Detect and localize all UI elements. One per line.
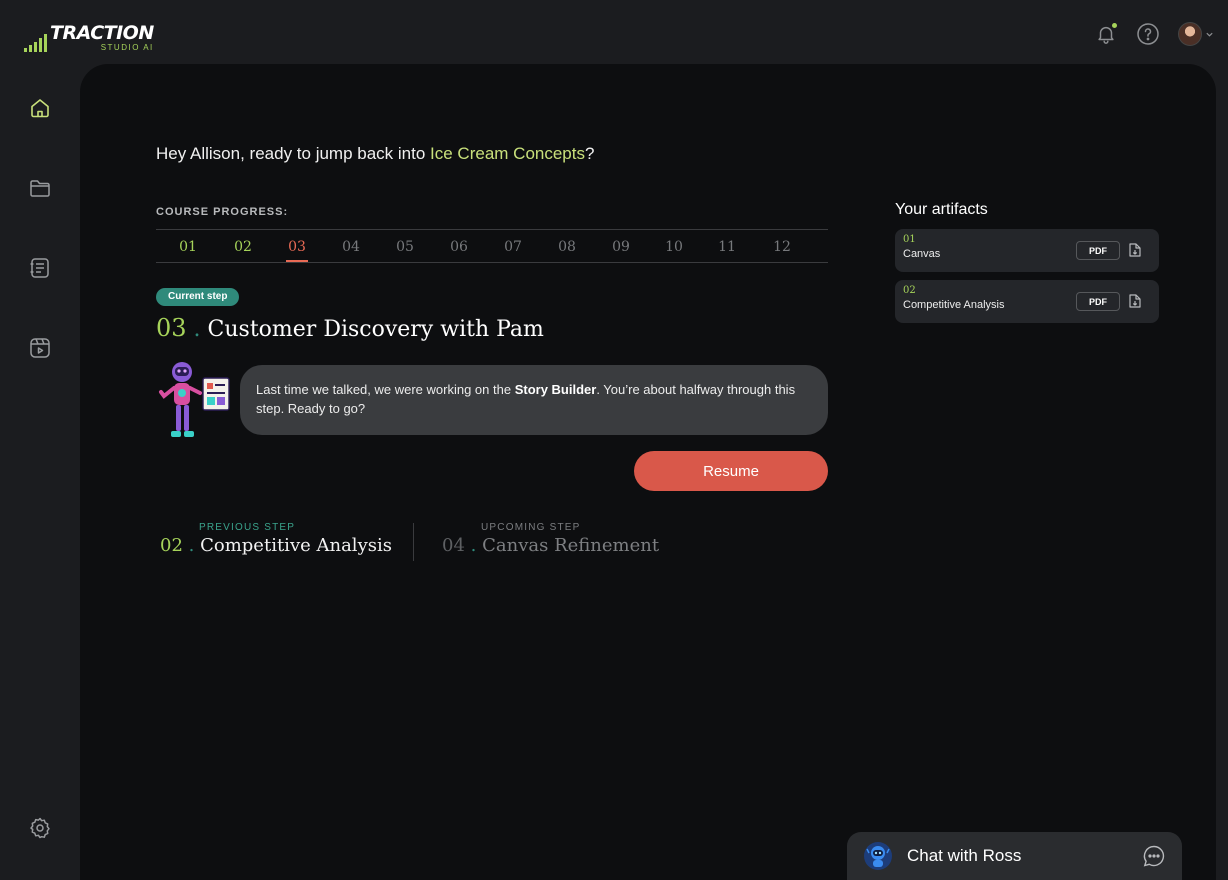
- step-name: Customer Discovery with Pam: [207, 317, 544, 342]
- previous-step-title: Competitive Analysis: [200, 535, 392, 556]
- previous-step-link[interactable]: PREVIOUS STEP 02 . Competitive Analysis: [160, 522, 392, 556]
- progress-step-09[interactable]: 09: [590, 230, 652, 262]
- upcoming-step-link[interactable]: UPCOMING STEP 04 . Canvas Refinement: [442, 522, 659, 556]
- message-text-start: Last time we talked, we were working on …: [256, 382, 515, 397]
- account-menu[interactable]: [1178, 22, 1214, 46]
- progress-step-01[interactable]: 01: [156, 230, 220, 262]
- artifact-number: 01: [903, 234, 916, 245]
- previous-step-label: PREVIOUS STEP: [199, 522, 296, 533]
- progress-step-03[interactable]: 03: [266, 230, 328, 262]
- progress-step-05[interactable]: 05: [374, 230, 436, 262]
- top-bar: TRACTION STUDIO AI: [0, 0, 1228, 66]
- progress-step-06[interactable]: 06: [436, 230, 482, 262]
- pdf-button[interactable]: PDF: [1076, 241, 1120, 260]
- progress-step-07[interactable]: 07: [482, 230, 544, 262]
- logo-subtitle: STUDIO AI: [100, 43, 154, 52]
- progress-step-11[interactable]: 11: [696, 230, 758, 262]
- progress-step-10[interactable]: 10: [652, 230, 696, 262]
- notification-dot: [1112, 23, 1117, 28]
- logo-wordmark: TRACTION: [50, 22, 154, 44]
- artifacts-heading: Your artifacts: [895, 201, 988, 218]
- settings-icon[interactable]: [28, 816, 52, 840]
- artifact-number: 02: [903, 285, 916, 296]
- progress-step-04[interactable]: 04: [328, 230, 374, 262]
- progress-step-08[interactable]: 08: [544, 230, 590, 262]
- logo-bars-icon: [24, 32, 47, 52]
- artifact-item-canvas[interactable]: 01 Canvas PDF: [895, 229, 1159, 272]
- step-number: 03: [156, 314, 187, 342]
- help-icon[interactable]: [1136, 22, 1160, 46]
- upcoming-step-number: 04: [442, 535, 465, 556]
- notebook-icon[interactable]: [28, 256, 52, 280]
- avatar[interactable]: [1178, 22, 1202, 46]
- step-divider: [413, 523, 414, 561]
- story-builder-highlight: Story Builder: [514, 382, 597, 397]
- chat-bubble-icon[interactable]: [1142, 844, 1166, 868]
- upcoming-step-label: UPCOMING STEP: [481, 522, 581, 533]
- upcoming-step-dot: .: [470, 535, 477, 556]
- greeting-text: Hey Allison, ready to jump back into: [156, 144, 431, 163]
- video-icon[interactable]: [28, 336, 52, 360]
- chat-with-ross-widget[interactable]: Chat with Ross: [847, 832, 1182, 880]
- project-link[interactable]: Ice Cream Concepts: [430, 144, 585, 163]
- home-icon[interactable]: [28, 96, 52, 120]
- pdf-button[interactable]: PDF: [1076, 292, 1120, 311]
- previous-step-dot: .: [188, 535, 195, 556]
- step-dot: .: [193, 317, 201, 342]
- previous-step-number: 02: [160, 535, 183, 556]
- ross-robot-avatar: [864, 842, 892, 870]
- course-progress-label: COURSE PROGRESS:: [156, 206, 289, 218]
- progress-step-12[interactable]: 12: [758, 230, 806, 262]
- current-step-title: 03 . Customer Discovery with Pam: [156, 314, 544, 342]
- assistant-message-bubble: Last time we talked, we were working on …: [240, 365, 828, 435]
- sidebar: [0, 66, 80, 880]
- greeting-punctuation: ?: [584, 144, 595, 163]
- course-progress-track: 01 02 03 04 05 06 07 08 09 10 11 12: [156, 229, 828, 263]
- artifact-name: Canvas: [903, 248, 941, 260]
- main-panel: Hey Allison, ready to jump back into Ice…: [80, 64, 1216, 880]
- current-step-badge: Current step: [156, 288, 240, 306]
- folder-icon[interactable]: [28, 176, 52, 200]
- artifact-name: Competitive Analysis: [903, 299, 1005, 311]
- resume-button[interactable]: Resume: [634, 451, 828, 491]
- traction-logo[interactable]: TRACTION STUDIO AI: [24, 22, 154, 52]
- greeting: Hey Allison, ready to jump back into Ice…: [156, 144, 594, 164]
- chevron-down-icon[interactable]: [1205, 30, 1214, 39]
- bell-icon[interactable]: [1094, 22, 1118, 46]
- chat-label: Chat with Ross: [907, 846, 1022, 865]
- upcoming-step-title: Canvas Refinement: [482, 535, 660, 556]
- artifact-item-competitive-analysis[interactable]: 02 Competitive Analysis PDF: [895, 280, 1159, 323]
- robot-mascot-illustration: [159, 362, 230, 437]
- file-download-icon[interactable]: [1127, 242, 1143, 258]
- progress-step-02[interactable]: 02: [220, 230, 266, 262]
- file-download-icon[interactable]: [1127, 293, 1143, 309]
